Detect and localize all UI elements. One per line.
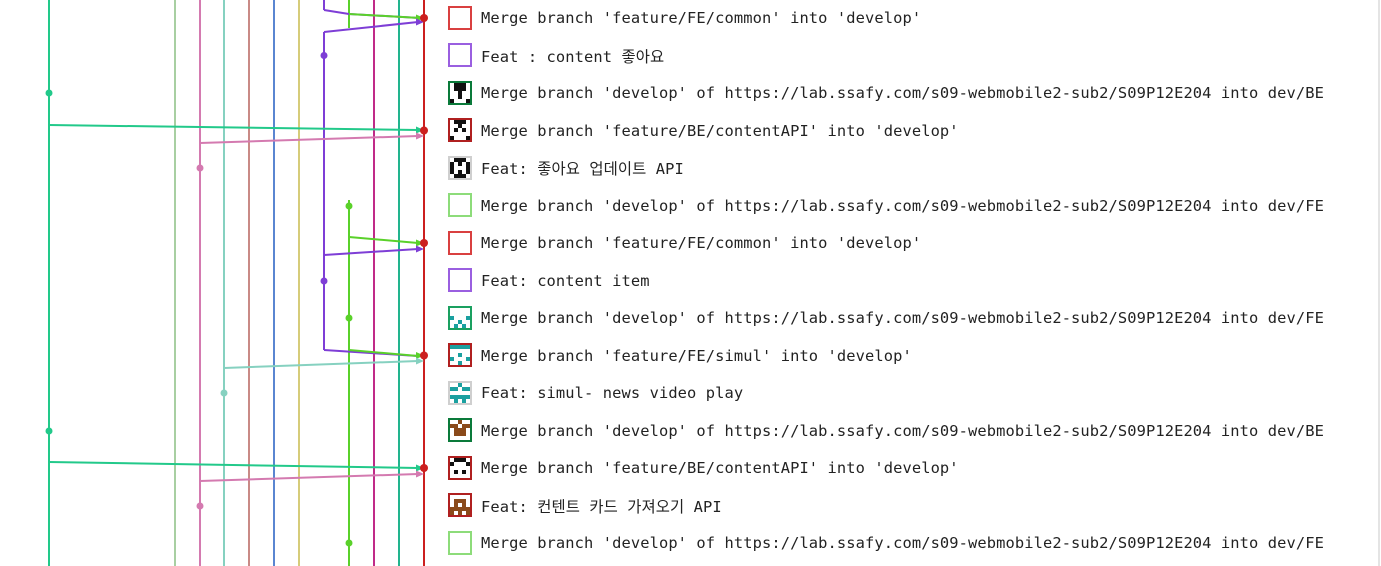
commit-dot[interactable] <box>345 202 353 210</box>
commit-dot[interactable] <box>220 389 228 397</box>
commit-message: Merge branch 'feature/FE/simul' into 'de… <box>481 346 912 365</box>
author-avatar-icon <box>448 530 472 555</box>
commit-row[interactable]: Feat: 좋아요 업데이트 API <box>440 150 1360 187</box>
commit-message: Merge branch 'feature/FE/common' into 'd… <box>481 9 922 27</box>
scrollbar-track[interactable] <box>1378 0 1380 566</box>
commit-row[interactable]: Merge branch 'feature/FE/common' into 'd… <box>440 225 1360 262</box>
commit-row[interactable]: Merge branch 'feature/FE/common' into 'd… <box>440 0 1360 37</box>
commit-message: Merge branch 'feature/FE/common' into 'd… <box>481 234 922 252</box>
commit-dot[interactable] <box>345 314 353 322</box>
commit-message: Merge branch 'feature/BE/contentAPI' int… <box>481 121 959 140</box>
commit-row[interactable]: Merge branch 'develop' of https://lab.ss… <box>440 300 1360 337</box>
merge-commit-dot[interactable] <box>420 239 428 247</box>
commit-message: Merge branch 'develop' of https://lab.ss… <box>481 84 1324 102</box>
author-avatar-icon <box>448 493 472 517</box>
commit-dot[interactable] <box>45 427 53 435</box>
merge-commit-dot[interactable] <box>420 464 428 472</box>
commit-message: Merge branch 'develop' of https://lab.ss… <box>481 421 1324 440</box>
commit-message: Feat: simul- news video play <box>481 384 744 402</box>
merge-edge <box>323 248 419 256</box>
author-avatar-icon <box>448 268 472 292</box>
author-avatar-icon <box>448 343 472 367</box>
merge-edge <box>199 473 419 482</box>
author-avatar-icon <box>448 418 472 442</box>
author-avatar-icon <box>448 230 472 255</box>
branch-line <box>48 461 419 469</box>
merge-edge <box>223 360 419 369</box>
commit-row[interactable]: Merge branch 'feature/FE/simul' into 'de… <box>440 337 1360 374</box>
commit-message: Merge branch 'develop' of https://lab.ss… <box>481 534 1324 552</box>
author-avatar-icon <box>448 43 472 67</box>
author-avatar-icon <box>448 155 472 180</box>
commit-message: Feat: content item <box>481 271 650 290</box>
commit-row[interactable]: Feat: simul- news video play <box>440 375 1360 412</box>
merge-commit-dot[interactable] <box>420 14 428 22</box>
merge-commit-dot[interactable] <box>420 126 428 135</box>
commit-message: Merge branch 'develop' of https://lab.ss… <box>481 196 1324 215</box>
merge-edge <box>199 135 419 144</box>
merge-edge <box>323 21 419 33</box>
author-avatar-icon <box>448 80 472 105</box>
commit-dot[interactable] <box>345 539 353 547</box>
merge-edge <box>348 13 421 19</box>
commit-dot[interactable] <box>196 164 204 172</box>
merge-commit-dot[interactable] <box>420 351 428 360</box>
commit-message: Merge branch 'feature/BE/contentAPI' int… <box>481 459 959 477</box>
author-avatar-icon <box>448 455 472 480</box>
commit-message: Merge branch 'develop' of https://lab.ss… <box>481 309 1324 327</box>
author-avatar-icon <box>448 380 472 405</box>
branch-line <box>48 124 419 131</box>
commit-graph-view: Merge branch 'feature/FE/common' into 'd… <box>0 0 1381 566</box>
commit-dot[interactable] <box>320 277 328 285</box>
commit-row[interactable]: Feat: 컨텐트 카드 가져오기 API <box>440 487 1360 524</box>
commit-row[interactable]: Merge branch 'feature/BE/contentAPI' int… <box>440 450 1360 487</box>
commit-row[interactable]: Merge branch 'develop' of https://lab.ss… <box>440 525 1360 562</box>
author-avatar-icon <box>448 118 472 142</box>
author-avatar-icon <box>448 5 472 30</box>
author-avatar-icon <box>448 193 472 217</box>
commit-message: Feat: 컨텐트 카드 가져오기 API <box>481 497 722 516</box>
commit-dot[interactable] <box>45 89 53 97</box>
commit-row[interactable]: Merge branch 'develop' of https://lab.ss… <box>440 412 1360 449</box>
author-avatar-icon <box>448 305 472 330</box>
commit-message: Feat : content 좋아요 <box>481 47 665 66</box>
commit-dot[interactable] <box>196 502 204 510</box>
commit-message: Feat: 좋아요 업데이트 API <box>481 160 684 178</box>
commit-row[interactable]: Merge branch 'develop' of https://lab.ss… <box>440 75 1360 112</box>
merge-edge <box>348 236 419 244</box>
commit-row[interactable]: Feat : content 좋아요 <box>440 37 1360 74</box>
commit-row[interactable]: Feat: content item <box>440 262 1360 299</box>
commit-dot[interactable] <box>320 52 328 59</box>
commit-row[interactable]: Merge branch 'develop' of https://lab.ss… <box>440 187 1360 224</box>
commit-row[interactable]: Merge branch 'feature/BE/contentAPI' int… <box>440 112 1360 149</box>
